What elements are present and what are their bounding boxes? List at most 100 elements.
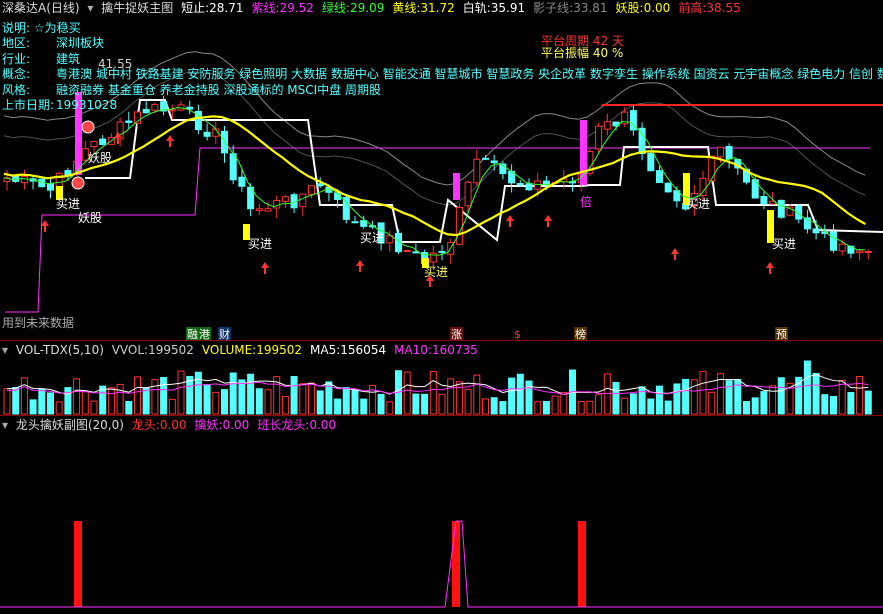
sub-indicator-name[interactable]: 龙头擒妖副图(20,0) [16,418,124,432]
volume-bar [682,378,690,415]
volume-bar [47,392,54,415]
volume-bar [177,370,185,415]
collapse-icon[interactable]: ▾ [2,343,8,357]
volume-bar [516,373,524,415]
volume-bar [508,377,516,415]
volume-bar [699,371,707,415]
volume-bar [664,400,672,415]
header-field: MA5:156054 [310,343,390,357]
volume-bar [377,393,385,415]
field-value: 31.72 [420,1,455,15]
future-data-note: 用到未来数据 [2,316,75,330]
signal-tag: 妖股 [88,151,112,165]
buy-arrow-icon [766,262,774,274]
field-value: 35.91 [490,1,526,15]
field-value: 29.52 [279,1,314,15]
indicator-name[interactable]: 擒牛捉妖主图 [101,1,173,15]
vol-header: ▾ VOL-TDX(5,10) VVOL:199502 VOLUME:199502… [2,343,490,357]
info-note: 说明: ☆为稳买 [2,21,81,35]
volume-bar [551,395,559,415]
candle-body [168,109,176,112]
volume-bar [743,401,750,415]
volume-bar [142,387,150,415]
candle-body [725,145,733,160]
field-value: 28.71 [209,1,244,15]
dragon-head-bar [74,521,82,607]
field-value: 199502 [256,343,303,357]
candle-body [142,108,150,114]
field-value: 0.00 [222,418,250,432]
field-value: 0.00 [643,1,671,15]
candle-body [708,155,716,182]
dropdown-icon[interactable]: ▾ [87,1,93,15]
volume-bar [490,397,498,415]
field-label: MA5: [310,343,341,357]
main-header-fields: 短止:28.71 紫线:29.52 绿线:29.09 黄线:31.72 白轨:35.91… [181,1,749,15]
circle-marker-icon [71,176,85,190]
candle-body [664,182,672,193]
signal-tag: 买进 [360,231,384,245]
buy-arrow-icon [356,260,364,272]
volume-bar [194,371,202,415]
candle-body [525,183,533,191]
volume-bar [151,379,159,415]
volume-bar [864,390,872,415]
volume-bar [12,386,20,415]
vol-indicator-name[interactable]: VOL-TDX(5,10) [16,343,104,357]
collapse-icon[interactable]: ▾ [2,418,8,432]
candle-body [455,207,463,245]
volume-bar [212,391,220,415]
volume-bar [134,376,141,415]
candle-body [90,141,98,148]
field-value: 160735 [431,343,478,357]
volume-bar [830,395,837,415]
signal-tag: 买进 [686,197,710,211]
style-label: 风格: [2,83,31,97]
volume-bar [560,392,568,415]
panel-separator[interactable] [0,340,883,341]
volume-bar [334,398,342,415]
volume-bar [464,388,472,415]
header-field: VVOL:199502 [112,343,198,357]
volume-bar [847,392,855,415]
volume-bar [821,394,829,415]
candle-body [760,196,768,205]
stock-title[interactable]: 深桑达A(日线) [2,1,80,15]
field-label: 黄线: [392,1,421,15]
field-label: 擒妖: [194,418,223,432]
volume-bar [186,375,194,415]
green-line [3,106,866,256]
volume-bar [360,398,368,415]
header-field: MA10:160735 [394,343,482,357]
volume-bar [656,385,663,415]
field-value: 29.09 [349,1,385,15]
region-value: 深圳板块 [56,36,105,50]
event-marker: 财 [219,327,230,341]
volume-bar [447,378,455,415]
volume-bar [221,389,228,415]
volume-bar [542,400,550,415]
volume-bar [73,378,81,415]
volume-bar [290,376,298,415]
industry-value: 建筑 [56,52,81,66]
dragon-head-bar [578,521,586,607]
volume-bar [38,388,46,415]
header-field: VOLUME:199502 [202,343,306,357]
panel-separator[interactable] [0,415,883,416]
candle-body [777,199,785,218]
buy-arrow-icon [544,215,552,227]
volume-bar [116,383,124,415]
field-label: 班长龙头: [257,418,310,432]
candle-body [203,131,211,137]
volume-bar [769,385,777,415]
candle-body [47,183,54,191]
candle-body [699,177,707,197]
signal-tag: 倍 [580,194,592,209]
candle-body [438,250,446,253]
volume-bar [455,381,463,415]
buy-arrow-icon [506,215,514,227]
main-header: 深桑达A(日线) ▾ 擒牛捉妖主图 短止:28.71 紫线:29.52 绿线:29.… [2,1,753,15]
volume-bar [81,391,89,415]
volume-bar [482,398,489,415]
volume-bar [229,372,237,415]
